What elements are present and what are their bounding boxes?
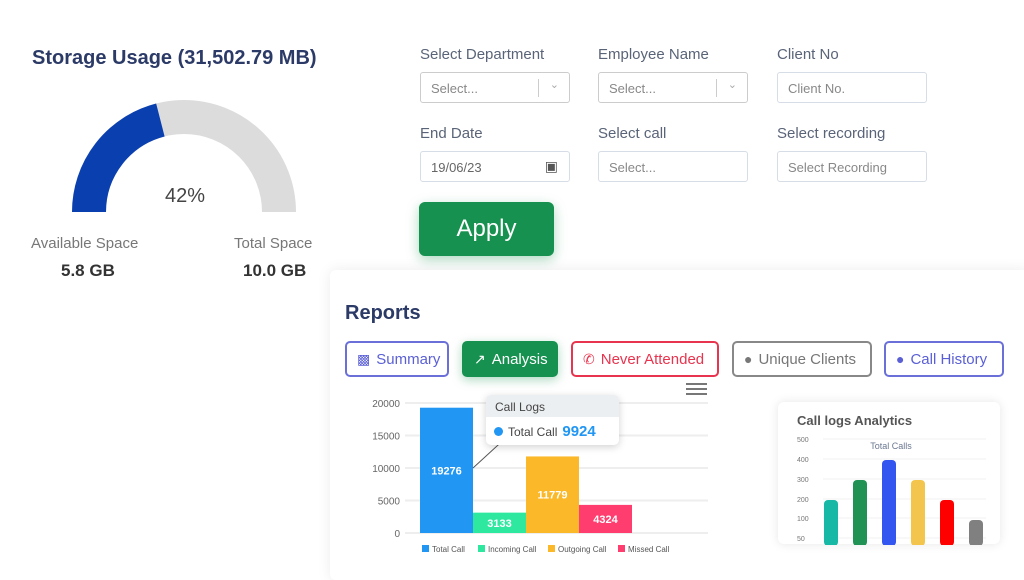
bar-value-label: 11779 [538,490,568,502]
total-label: Total Space [234,235,313,252]
department-label: Select Department [420,46,545,63]
tab-analysis[interactable]: ↗ Analysis [462,341,558,377]
chevron-down-icon: ⌄ [549,79,559,91]
phone-missed-icon: ✆ [583,350,595,367]
tab-label: Unique Clients [758,350,857,368]
bar [969,520,983,545]
y-tick-label: 50 [797,536,805,543]
bar-value-label: 3133 [487,518,511,530]
recording-select[interactable]: Select Recording [777,151,927,182]
tab-label: Call History [910,350,988,368]
end-date-input[interactable]: 19/06/23 ▣ [420,151,570,182]
y-tick-label: 15000 [372,432,400,443]
chart-subtitle: Total Calls [870,441,912,451]
employee-label: Employee Name [598,46,709,63]
client-input[interactable]: Client No. [777,72,927,103]
user-icon: ● [744,351,753,367]
employee-select[interactable]: Select... ⌄ [598,72,748,103]
y-tick-label: 100 [797,516,809,523]
client-label: Client No [777,46,839,63]
series-dot-icon [494,427,503,436]
available-value: 5.8 GB [61,261,115,280]
call-select[interactable]: Select... [598,151,748,182]
calendar-icon[interactable]: ▣ [545,158,558,175]
legend-swatch [548,545,555,552]
tooltip-series: Total Call [508,424,558,439]
y-tick-label: 0 [394,529,400,540]
tooltip-title: Call Logs [486,395,619,417]
legend-swatch [422,545,429,552]
y-tick-label: 400 [797,457,809,464]
call-label: Select call [598,125,667,142]
chevron-down-icon: ⌄ [727,79,737,91]
employee-placeholder: Select... [609,81,656,96]
bar [911,480,925,545]
chart-tooltip: Call Logs Total Call 9924 [486,395,619,445]
analytics-bar-chart: 500 400 300 200 100 50 Total Calls [797,437,986,545]
y-tick-label: 5000 [378,497,401,508]
storage-title: Storage Usage (31,502.79 MB) [32,47,317,69]
end-date-label: End Date [420,125,483,142]
bar [940,500,954,545]
tab-call-history[interactable]: ● Call History [884,341,1004,377]
legend-label: Missed Call [628,545,670,554]
legend-swatch [478,545,485,552]
bar [853,480,867,545]
total-value: 10.0 GB [243,261,307,280]
tab-label: Analysis [491,350,548,368]
department-select[interactable]: Select... ⌄ [420,72,570,103]
apply-button[interactable]: Apply [419,202,554,256]
analytics-title: Call logs Analytics [797,413,913,428]
tab-label: Never Attended [600,350,705,368]
trend-up-icon: ↗ [474,350,486,367]
reports-title: Reports [345,302,421,324]
divider [538,79,539,97]
legend-swatch [618,545,625,552]
tooltip-value: 9924 [562,423,596,440]
bar-chart-icon: ▩ [357,350,371,367]
tab-label: Summary [376,350,441,368]
y-tick-label: 10000 [372,464,400,475]
y-tick-label: 20000 [372,399,400,410]
bar-value-label: 19276 [431,465,462,477]
y-tick-label: 500 [797,437,809,444]
tab-unique-clients[interactable]: ● Unique Clients [732,341,872,377]
available-label: Available Space [31,235,139,252]
divider [716,79,717,97]
end-date-value: 19/06/23 [431,160,482,175]
tab-summary[interactable]: ▩ Summary [345,341,449,377]
bar [824,500,838,545]
tab-never-attended[interactable]: ✆ Never Attended [571,341,719,377]
bar-value-label: 4324 [593,514,618,526]
legend-label: Incoming Call [488,545,537,554]
y-tick-label: 200 [797,497,809,504]
recording-label: Select recording [777,125,886,142]
storage-percent: 42% [164,185,206,207]
legend-label: Total Call [432,545,465,554]
user-icon: ● [896,351,905,367]
bar [882,460,896,545]
y-tick-label: 300 [797,477,809,484]
department-placeholder: Select... [431,81,478,96]
legend-label: Outgoing Call [558,545,607,554]
